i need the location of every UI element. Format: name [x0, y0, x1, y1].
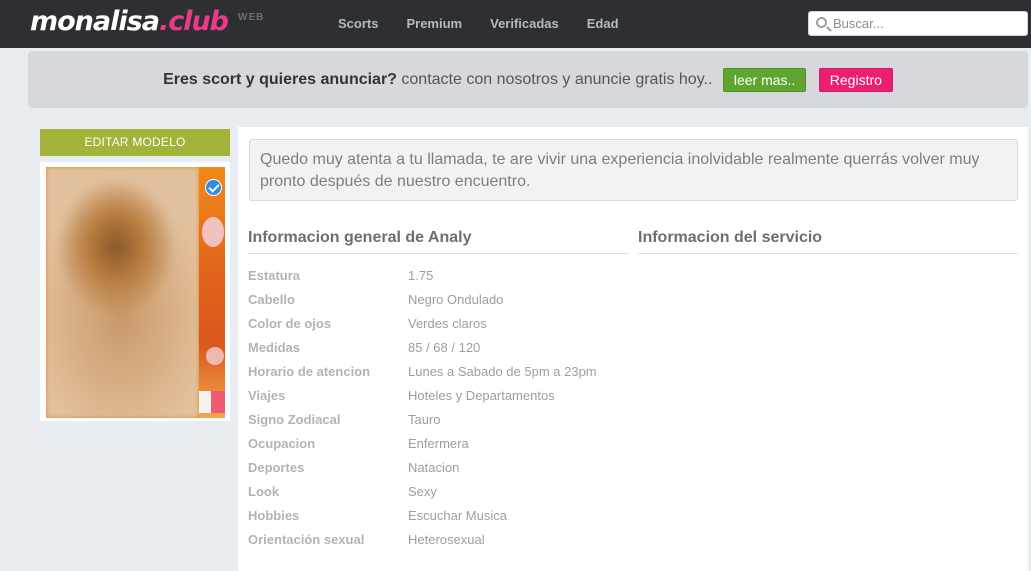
profile-photo-card — [40, 162, 230, 421]
promo-question: Eres scort y quieres anunciar? — [163, 71, 397, 89]
general-info-title: Informacion general de Analy — [248, 229, 472, 246]
info-value: Sexy — [408, 484, 437, 499]
info-value: Heterosexual — [408, 532, 485, 547]
info-value: 1.75 — [408, 268, 434, 283]
info-row: Ocupacion Enfermera — [248, 436, 628, 460]
info-value: Hoteles y Departamentos — [408, 388, 555, 403]
info-row: Signo Zodiacal Tauro — [248, 412, 628, 436]
info-label: Cabello — [248, 292, 295, 307]
info-label: Estatura — [248, 268, 301, 283]
info-label: Hobbies — [248, 508, 300, 523]
info-value: Lunes a Sabado de 5pm a 23pm — [408, 364, 597, 379]
info-value: Tauro — [408, 412, 441, 427]
promo-text: Eres scort y quieres anunciar? contacte … — [28, 68, 1028, 92]
nav-verificadas[interactable]: Verificadas — [476, 0, 573, 48]
search-box — [808, 11, 1028, 36]
info-row: Estatura 1.75 — [248, 268, 628, 292]
info-value: 85 / 68 / 120 — [408, 340, 481, 355]
nav-premium[interactable]: Premium — [392, 0, 476, 48]
profile-description: Quedo muy atenta a tu llamada, te are vi… — [249, 139, 1018, 201]
info-label: Horario de atencion — [248, 364, 371, 379]
nav-scorts[interactable]: Scorts — [324, 0, 392, 48]
verified-check-icon — [205, 179, 222, 196]
logo-main-text: monalisa — [30, 6, 160, 37]
info-label: Ocupacion — [248, 436, 316, 451]
search-input[interactable] — [833, 14, 1023, 33]
info-label: Viajes — [248, 388, 286, 403]
info-row: Cabello Negro Ondulado — [248, 292, 628, 316]
promo-banner: Eres scort y quieres anunciar? contacte … — [28, 51, 1028, 108]
promo-subtext: contacte con nosotros y anuncie gratis h… — [401, 71, 713, 89]
flower-decoration — [206, 347, 224, 365]
service-info-title: Informacion del servicio — [638, 229, 823, 246]
info-label: Orientación sexual — [248, 532, 365, 547]
logo-web-tag: WEB — [238, 12, 265, 23]
info-row: Deportes Natacion — [248, 460, 628, 484]
general-info-list: Estatura 1.75 Cabello Negro Ondulado Color… — [248, 268, 628, 556]
info-value: Natacion — [408, 460, 460, 475]
info-label: Deportes — [248, 460, 305, 475]
photo-corner — [211, 391, 225, 413]
register-button[interactable]: Registro — [818, 68, 893, 92]
search-icon[interactable] — [816, 17, 827, 28]
top-navbar: monalisa .club WEB Scorts Premium Verific… — [0, 0, 1031, 48]
photo-corner — [199, 391, 211, 413]
info-value: Verdes claros — [408, 316, 487, 331]
info-value: Escuchar Musica — [408, 508, 507, 523]
info-label: Look — [248, 484, 280, 499]
edit-model-button[interactable]: EDITAR MODELO — [40, 129, 230, 156]
info-value: Negro Ondulado — [408, 292, 504, 307]
photo-background — [199, 167, 225, 418]
blurred-portrait — [46, 167, 199, 418]
profile-content: Quedo muy atenta a tu llamada, te are vi… — [238, 127, 1028, 571]
info-label: Color de ojos — [248, 316, 332, 331]
info-label: Medidas — [248, 340, 301, 355]
divider — [248, 253, 628, 254]
info-row: Hobbies Escuchar Musica — [248, 508, 628, 532]
info-value: Enfermera — [408, 436, 469, 451]
site-logo[interactable]: monalisa .club — [30, 6, 229, 38]
info-row: Look Sexy — [248, 484, 628, 508]
logo-accent-text: .club — [158, 6, 229, 37]
flower-decoration — [202, 217, 224, 247]
read-more-button[interactable]: leer mas.. — [722, 68, 807, 92]
main-nav: Scorts Premium Verificadas Edad — [324, 0, 633, 48]
profile-photo[interactable] — [46, 167, 225, 418]
info-row: Horario de atencion Lunes a Sabado de 5pm… — [248, 364, 628, 388]
info-row: Orientación sexual Heterosexual — [248, 532, 628, 556]
info-label: Signo Zodiacal — [248, 412, 341, 427]
divider — [638, 253, 1018, 254]
info-row: Viajes Hoteles y Departamentos — [248, 388, 628, 412]
nav-edad[interactable]: Edad — [573, 0, 633, 48]
info-row: Color de ojos Verdes claros — [248, 316, 628, 340]
info-row: Medidas 85 / 68 / 120 — [248, 340, 628, 364]
